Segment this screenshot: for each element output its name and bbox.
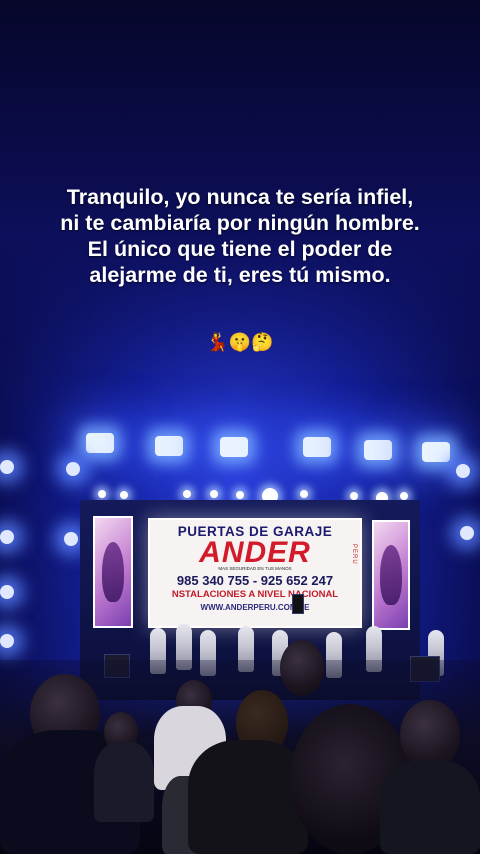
truss-light (98, 490, 106, 498)
truss-light (183, 490, 191, 498)
banner-website: WWW.ANDERPERU.COM.PE (200, 603, 310, 612)
palm-graphic (102, 542, 124, 602)
video-caption: Tranquilo, yo nunca te sería infiel, ni … (60, 185, 420, 287)
stage-light (86, 433, 114, 453)
stage-light (303, 437, 331, 457)
truss-light (120, 491, 128, 499)
side-light (66, 462, 80, 476)
audience-member (380, 760, 480, 854)
microphone-stand (292, 594, 304, 614)
palm-graphic (380, 545, 402, 605)
truss-light (300, 490, 308, 498)
banner-tagline: MAS SEGURIDAD EN TUS MANOS (218, 566, 292, 571)
banner-side-text: PERU (351, 544, 357, 565)
stage-light (220, 437, 248, 457)
led-panel-right (372, 520, 410, 630)
banner-phones: 985 340 755 - 925 652 247 (176, 573, 334, 588)
caption-emojis: 💃🤫🤔 (206, 332, 274, 352)
truss-light (400, 492, 408, 500)
concert-photo: PUERTAS DE GARAJE ANDER MAS SEGURIDAD EN… (0, 0, 480, 854)
stage-light (364, 440, 392, 460)
side-light (64, 532, 78, 546)
side-light (0, 585, 14, 599)
side-light (456, 464, 470, 478)
banner-brand: ANDER (199, 536, 311, 569)
banner-service: NSTALACIONES A NIVEL NACIONAL (171, 589, 339, 600)
led-panel-left (93, 516, 133, 628)
audience-member (94, 742, 154, 822)
audience-member (188, 740, 308, 854)
truss-light (236, 491, 244, 499)
side-light (0, 530, 14, 544)
sponsor-banner: PUERTAS DE GARAJE ANDER MAS SEGURIDAD EN… (148, 518, 362, 628)
side-light (0, 460, 14, 474)
stage-light (155, 436, 183, 456)
audience-member (280, 640, 324, 696)
side-light (460, 526, 474, 540)
side-light (0, 634, 14, 648)
truss-light (210, 490, 218, 498)
stage-light (422, 442, 450, 462)
truss-light (350, 492, 358, 500)
